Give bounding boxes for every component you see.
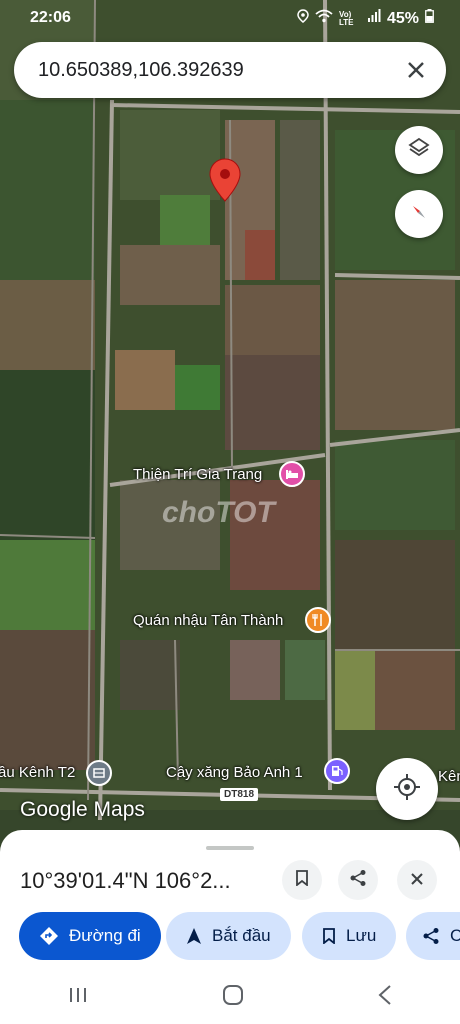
road-tag: DT818	[220, 788, 259, 801]
share-icon	[422, 927, 440, 945]
navigation-arrow-icon	[186, 927, 202, 945]
home-icon[interactable]	[222, 984, 244, 1011]
close-icon[interactable]	[396, 50, 436, 90]
satellite-imagery	[0, 0, 460, 870]
save-button[interactable]: Lưu	[302, 912, 397, 960]
compass-button[interactable]	[395, 190, 443, 238]
drag-handle[interactable]	[206, 846, 254, 850]
hotel-icon[interactable]	[279, 461, 305, 487]
directions-button[interactable]: Đường đi	[19, 912, 161, 960]
network-type: Vo) LTE	[338, 9, 354, 27]
signal-icon	[367, 9, 381, 28]
system-navigation-bar	[0, 970, 460, 1024]
search-input[interactable]: 10.650389,106.392639	[38, 59, 396, 82]
start-label: Bắt đầu	[212, 926, 271, 945]
coordinates-title: 10°39'01.4"N 106°2...	[20, 868, 231, 893]
share-action-label: C	[450, 926, 460, 945]
directions-label: Đường đi	[69, 926, 141, 945]
recent-apps-icon[interactable]	[67, 985, 89, 1010]
watermark: choTOT	[162, 496, 275, 529]
directions-icon	[39, 926, 59, 946]
place-label-left[interactable]: ầu Kênh T2	[0, 764, 75, 781]
my-location-icon	[393, 773, 421, 806]
search-bar[interactable]: 10.650389,106.392639	[14, 42, 446, 98]
layers-icon	[408, 137, 430, 164]
status-bar: 22:06 Vo) LTE 45%	[0, 0, 460, 36]
wifi-icon	[315, 9, 333, 28]
bookmark-icon	[322, 928, 336, 944]
google-maps-logo: Google Maps	[20, 798, 145, 821]
restaurant-icon[interactable]	[305, 607, 331, 633]
bookmark-button[interactable]	[282, 860, 322, 900]
location-pin-icon[interactable]	[209, 158, 241, 207]
status-time: 22:06	[30, 9, 71, 26]
back-icon[interactable]	[377, 984, 393, 1011]
start-button[interactable]: Bắt đầu	[166, 912, 291, 960]
place-label-right[interactable]: Kên	[438, 768, 460, 785]
place-marker-icon[interactable]	[86, 760, 112, 786]
close-sheet-button[interactable]	[397, 860, 437, 900]
compass-icon	[408, 201, 430, 228]
map-view[interactable]: choTOT Thiện Trí Gia Trang Quán nhậu Tân…	[0, 0, 460, 870]
place-label-gas-station[interactable]: Cây xăng Bảo Anh 1	[166, 764, 303, 781]
share-button[interactable]	[338, 860, 378, 900]
bookmark-icon	[295, 869, 309, 891]
layers-button[interactable]	[395, 126, 443, 174]
share-action-button[interactable]: C	[406, 912, 460, 960]
place-label-restaurant[interactable]: Quán nhậu Tân Thành	[133, 612, 283, 629]
my-location-button[interactable]	[376, 758, 438, 820]
battery-level: 45%	[386, 9, 419, 27]
battery-icon	[425, 9, 434, 28]
place-label-hotel[interactable]: Thiện Trí Gia Trang	[133, 466, 262, 483]
share-icon	[349, 869, 367, 892]
gas-station-icon[interactable]	[324, 758, 350, 784]
location-icon	[297, 9, 309, 28]
close-icon	[410, 870, 424, 891]
save-label: Lưu	[346, 926, 377, 945]
